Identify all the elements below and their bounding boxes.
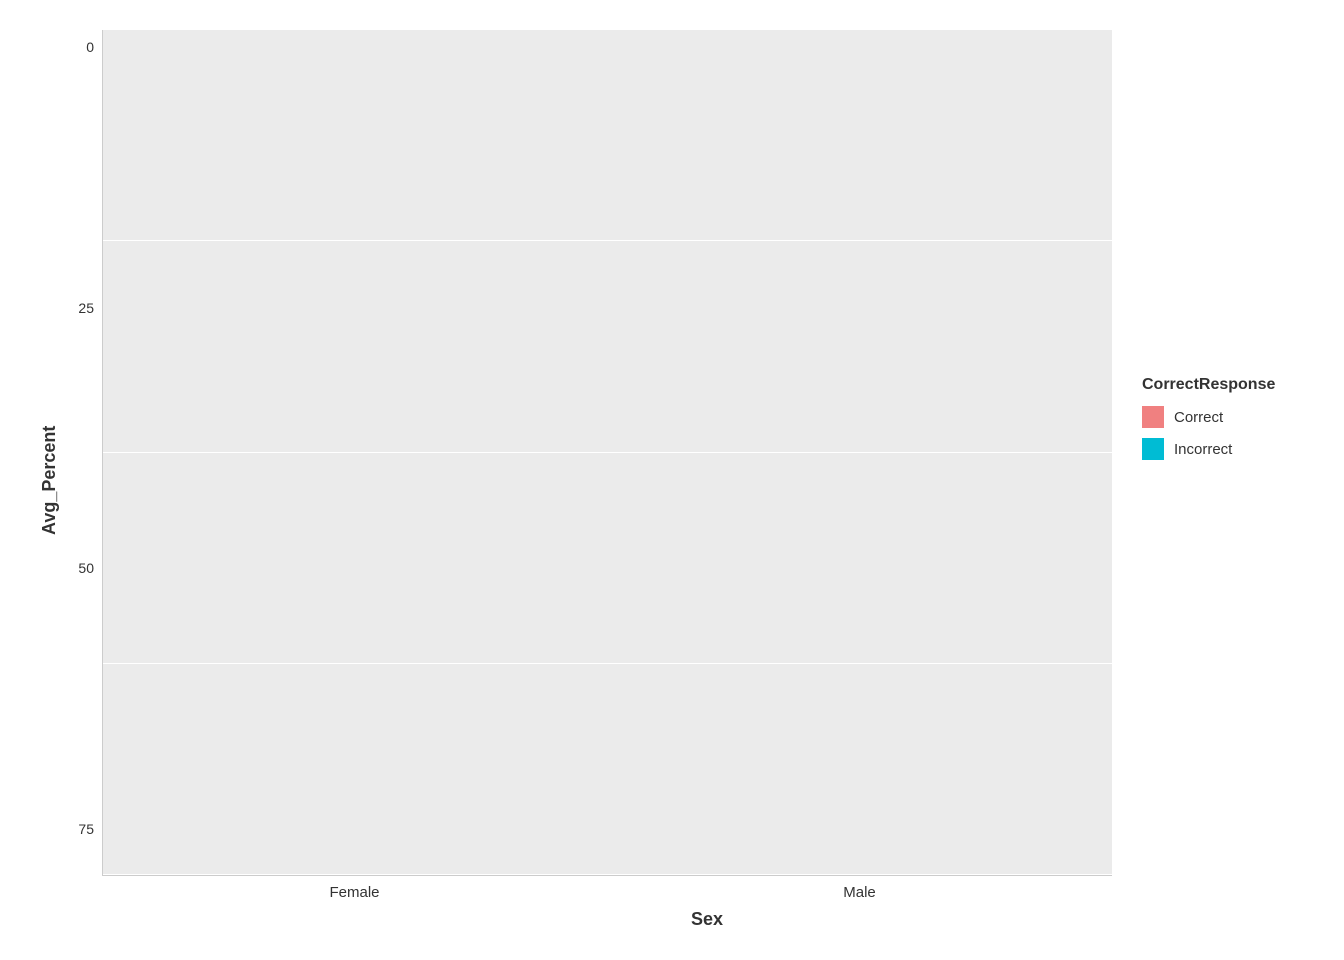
plot-area-row: 75 50 25 0 xyxy=(62,30,1312,876)
bars-area xyxy=(103,30,1112,875)
chart-container: Avg_Percent 75 50 25 0 xyxy=(0,0,1344,960)
legend-label-correct: Correct xyxy=(1174,409,1223,426)
chart-inner: 75 50 25 0 xyxy=(62,30,1312,930)
y-tick-50: 50 xyxy=(78,561,94,575)
x-tick-container-female: Female xyxy=(102,876,607,901)
legend-title: CorrectResponse xyxy=(1142,376,1275,394)
x-axis-area: Female Male xyxy=(62,876,1312,901)
y-axis-ticks: 75 50 25 0 xyxy=(62,30,102,876)
x-tick-container-male: Male xyxy=(607,876,1112,901)
legend-label-incorrect: Incorrect xyxy=(1174,441,1232,458)
y-tick-75: 75 xyxy=(78,822,94,836)
legend-item-incorrect: Incorrect xyxy=(1142,438,1232,460)
legend-area: CorrectResponse Correct Incorrect xyxy=(1112,30,1312,876)
x-tick-male: Male xyxy=(843,876,876,901)
x-tick-female: Female xyxy=(329,876,379,901)
legend-swatch-correct xyxy=(1142,406,1164,428)
chart-wrapper: Avg_Percent 75 50 25 0 xyxy=(32,30,1312,930)
plot-area xyxy=(102,30,1112,876)
y-axis-label: Avg_Percent xyxy=(32,30,62,930)
legend-item-correct: Correct xyxy=(1142,406,1223,428)
y-tick-25: 25 xyxy=(78,301,94,315)
legend-swatch-incorrect xyxy=(1142,438,1164,460)
y-tick-0: 0 xyxy=(86,40,94,54)
x-axis-label: Sex xyxy=(62,901,1312,930)
